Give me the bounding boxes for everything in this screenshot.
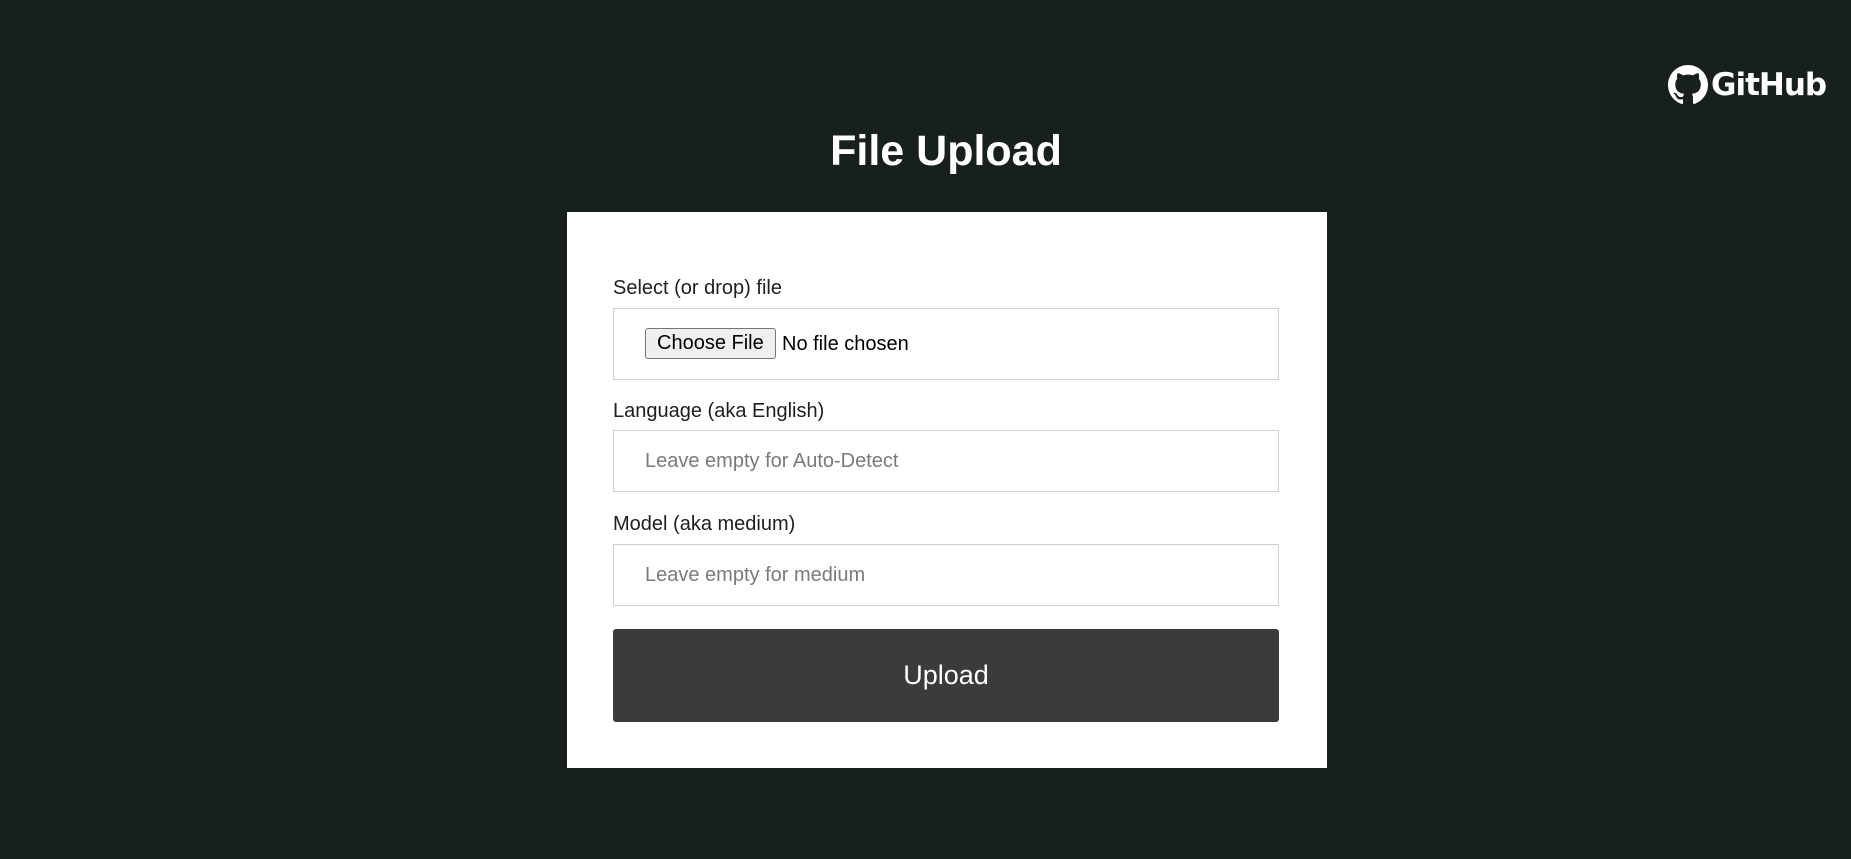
file-status-text: No file chosen	[782, 333, 909, 355]
file-field-label: Select (or drop) file	[613, 277, 782, 299]
language-input[interactable]	[613, 430, 1279, 492]
choose-file-button[interactable]: Choose File	[645, 328, 776, 359]
github-link[interactable]: GitHub	[1668, 65, 1827, 105]
language-field-label: Language (aka English)	[613, 400, 825, 422]
upload-form: Select (or drop) file Choose File No fil…	[567, 212, 1327, 768]
page-title: File Upload	[830, 127, 1062, 175]
model-input[interactable]	[613, 544, 1279, 606]
upload-button[interactable]: Upload	[613, 629, 1279, 722]
file-drop-zone[interactable]: Choose File No file chosen	[613, 308, 1279, 380]
github-wordmark: GitHub	[1711, 66, 1827, 103]
model-field-label: Model (aka medium)	[613, 513, 796, 535]
github-octocat-icon	[1668, 65, 1708, 105]
